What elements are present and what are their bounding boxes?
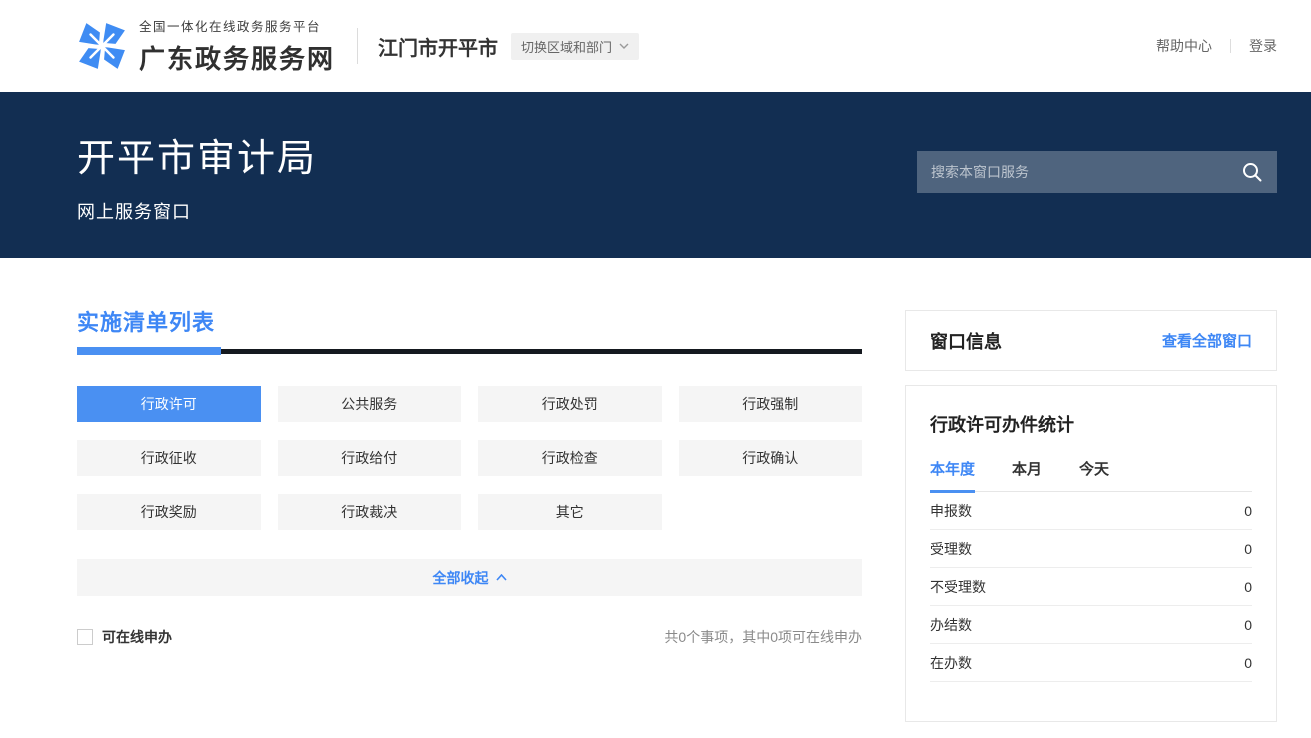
stat-row-rejected: 不受理数 0 — [930, 568, 1252, 606]
stat-label: 申报数 — [930, 501, 972, 521]
search-icon[interactable] — [1241, 161, 1263, 183]
category-grid: 行政许可 公共服务 行政处罚 行政强制 行政征收 行政给付 行政检查 行政确认 … — [77, 386, 862, 530]
collapse-all-label: 全部收起 — [433, 568, 489, 588]
stat-label: 在办数 — [930, 653, 972, 673]
online-apply-label: 可在线申办 — [102, 627, 172, 647]
stat-value: 0 — [1244, 579, 1252, 595]
category-tab-xingzhengcaijue[interactable]: 行政裁决 — [278, 494, 462, 530]
top-header: 全国一体化在线政务服务平台 广东政务服务网 江门市开平市 切换区域和部门 帮助中… — [0, 0, 1311, 92]
category-tab-xingzhenggeifu[interactable]: 行政给付 — [278, 440, 462, 476]
list-section: 实施清单列表 行政许可 公共服务 行政处罚 行政强制 行政征收 行政给付 行政检… — [77, 305, 862, 647]
section-title: 实施清单列表 — [77, 305, 862, 337]
items-count-text: 共0个事项，其中0项可在线申办 — [664, 627, 862, 647]
category-tab-xingzhengqueren[interactable]: 行政确认 — [679, 440, 863, 476]
stat-value: 0 — [1244, 617, 1252, 633]
switch-region-label: 切换区域和部门 — [521, 37, 612, 56]
stat-label: 不受理数 — [930, 577, 986, 597]
category-tab-xingzhengqiangzhi[interactable]: 行政强制 — [679, 386, 863, 422]
filter-row: 可在线申办 共0个事项，其中0项可在线申办 — [77, 627, 862, 647]
stat-row-completed: 办结数 0 — [930, 606, 1252, 644]
window-search-input[interactable] — [931, 164, 1241, 180]
stat-label: 办结数 — [930, 615, 972, 635]
section-title-underline — [77, 347, 862, 355]
stat-value: 0 — [1244, 655, 1252, 671]
header-divider — [357, 28, 358, 64]
stat-row-inprogress: 在办数 0 — [930, 644, 1252, 682]
chevron-up-icon — [496, 574, 507, 581]
stats-tab-today[interactable]: 今天 — [1079, 458, 1109, 491]
collapse-all-button[interactable]: 全部收起 — [77, 559, 862, 596]
stats-tab-year[interactable]: 本年度 — [930, 458, 975, 491]
platform-tagline: 全国一体化在线政务服务平台 — [139, 16, 335, 35]
chevron-down-icon — [619, 43, 629, 49]
region-name: 江门市开平市 — [378, 32, 498, 61]
category-tab-xingzhengjiangli[interactable]: 行政奖励 — [77, 494, 261, 530]
stat-value: 0 — [1244, 541, 1252, 557]
category-tab-qita[interactable]: 其它 — [478, 494, 662, 530]
header-right-divider — [1230, 39, 1231, 53]
category-tab-xingzhengjiancha[interactable]: 行政检查 — [478, 440, 662, 476]
stat-value: 0 — [1244, 503, 1252, 519]
online-apply-checkbox[interactable] — [77, 629, 93, 645]
stat-label: 受理数 — [930, 539, 972, 559]
help-center-link[interactable]: 帮助中心 — [1156, 36, 1212, 56]
category-tab-gonggongfuwu[interactable]: 公共服务 — [278, 386, 462, 422]
stat-row-accepted: 受理数 0 — [930, 530, 1252, 568]
view-all-windows-link[interactable]: 查看全部窗口 — [1162, 330, 1252, 351]
category-tab-xingzhengxuke[interactable]: 行政许可 — [77, 386, 261, 422]
window-search-box — [917, 151, 1277, 193]
category-tab-xingzhengchufa[interactable]: 行政处罚 — [478, 386, 662, 422]
switch-region-button[interactable]: 切换区域和部门 — [511, 33, 639, 60]
window-info-title: 窗口信息 — [930, 328, 1002, 354]
license-stats-title: 行政许可办件统计 — [930, 411, 1252, 437]
platform-name: 广东政务服务网 — [139, 39, 335, 76]
department-banner: 开平市审计局 网上服务窗口 — [0, 92, 1311, 258]
window-info-card: 窗口信息 查看全部窗口 — [905, 310, 1277, 371]
site-logo[interactable]: 全国一体化在线政务服务平台 广东政务服务网 — [77, 16, 335, 76]
category-tab-xingzhengzhengshou[interactable]: 行政征收 — [77, 440, 261, 476]
license-stats-card: 行政许可办件统计 本年度 本月 今天 申报数 0 受理数 0 不受理数 0 — [905, 385, 1277, 722]
stats-tab-month[interactable]: 本月 — [1012, 458, 1042, 491]
sidebar: 窗口信息 查看全部窗口 行政许可办件统计 本年度 本月 今天 申报数 0 受理数… — [905, 305, 1277, 738]
login-link[interactable]: 登录 — [1249, 36, 1277, 56]
stat-row-declared: 申报数 0 — [930, 492, 1252, 530]
stats-tabs: 本年度 本月 今天 — [930, 458, 1252, 492]
pinwheel-logo-icon — [77, 21, 127, 71]
department-subtitle: 网上服务窗口 — [77, 198, 1277, 224]
